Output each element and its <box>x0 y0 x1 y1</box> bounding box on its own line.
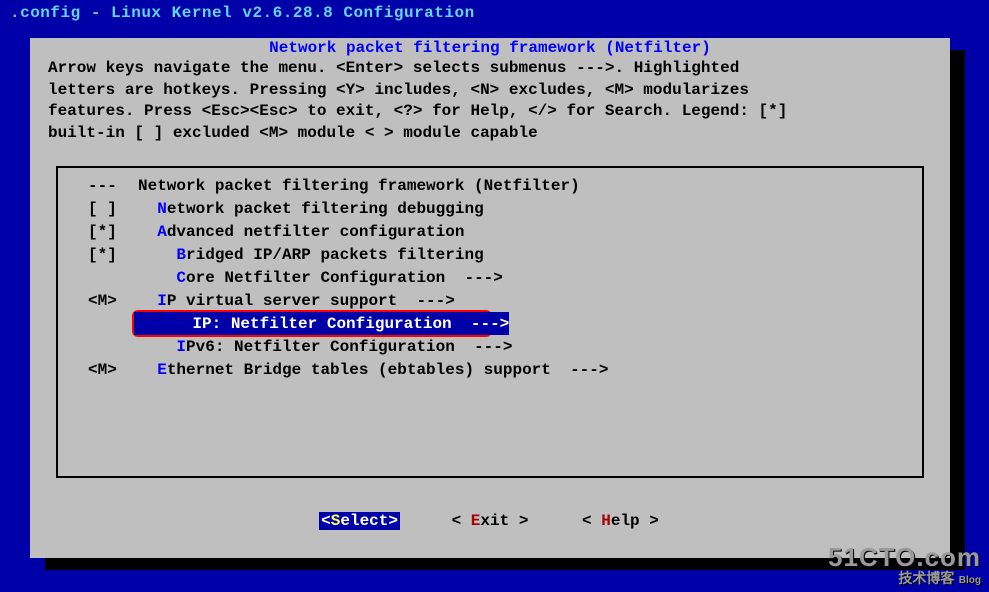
selection-highlight: IP: Netfilter Configuration ---> <box>132 310 492 337</box>
menu-item[interactable]: [*] Bridged IP/ARP packets filtering <box>58 243 922 266</box>
menu-mark: [ ] <box>88 200 138 218</box>
help-line: features. Press <Esc><Esc> to exit, <?> … <box>48 101 932 123</box>
help-line: Arrow keys navigate the menu. <Enter> se… <box>48 58 932 80</box>
button-bar: <Select> < Exit > < Help > <box>32 512 948 530</box>
menu-item[interactable]: <M> IP virtual server support ---> <box>58 289 922 312</box>
menu-mark: [*] <box>88 223 138 241</box>
menu-label: Network packet filtering debugging <box>138 200 484 218</box>
menu-mark: [*] <box>88 246 138 264</box>
menu-item[interactable]: [*] Advanced netfilter configuration <box>58 220 922 243</box>
menu-mark: --- <box>88 177 138 195</box>
exit-button[interactable]: < Exit > <box>450 512 531 530</box>
menu-mark: <M> <box>88 292 138 310</box>
menu-label: Ethernet Bridge tables (ebtables) suppor… <box>138 361 608 379</box>
menu-list[interactable]: --- Network packet filtering framework (… <box>56 166 924 478</box>
help-line: letters are hotkeys. Pressing <Y> includ… <box>48 80 932 102</box>
menu-mark: <M> <box>88 361 138 379</box>
menu-item[interactable]: Core Netfilter Configuration ---> <box>58 266 922 289</box>
menuconfig-dialog: Network packet filtering framework (Netf… <box>30 38 950 558</box>
help-button[interactable]: < Help > <box>580 512 661 530</box>
dialog-title: Network packet filtering framework (Netf… <box>263 39 717 57</box>
menu-label: Advanced netfilter configuration <box>138 223 464 241</box>
menu-item[interactable]: --- Network packet filtering framework (… <box>58 174 922 197</box>
menu-item[interactable]: IPv6: Netfilter Configuration ---> <box>58 335 922 358</box>
menu-item-selected[interactable]: IP: Netfilter Configuration ---> <box>58 312 922 335</box>
watermark-text: 技术博客 <box>898 570 954 586</box>
watermark-blog: Blog <box>959 575 981 586</box>
menu-label: IPv6: Netfilter Configuration ---> <box>138 338 512 356</box>
menu-label: Network packet filtering framework (Netf… <box>138 177 580 195</box>
select-button[interactable]: <Select> <box>319 512 400 530</box>
menu-label: Bridged IP/ARP packets filtering <box>138 246 484 264</box>
menu-label: IP virtual server support ---> <box>138 292 455 310</box>
menu-label: IP: Netfilter Configuration ---> <box>134 312 509 335</box>
window-title: .config - Linux Kernel v2.6.28.8 Configu… <box>0 0 989 26</box>
help-line: built-in [ ] excluded <M> module < > mod… <box>48 123 932 145</box>
menu-item[interactable]: [ ] Network packet filtering debugging <box>58 197 922 220</box>
menu-label: Core Netfilter Configuration ---> <box>138 269 503 287</box>
menu-item[interactable]: <M> Ethernet Bridge tables (ebtables) su… <box>58 358 922 381</box>
